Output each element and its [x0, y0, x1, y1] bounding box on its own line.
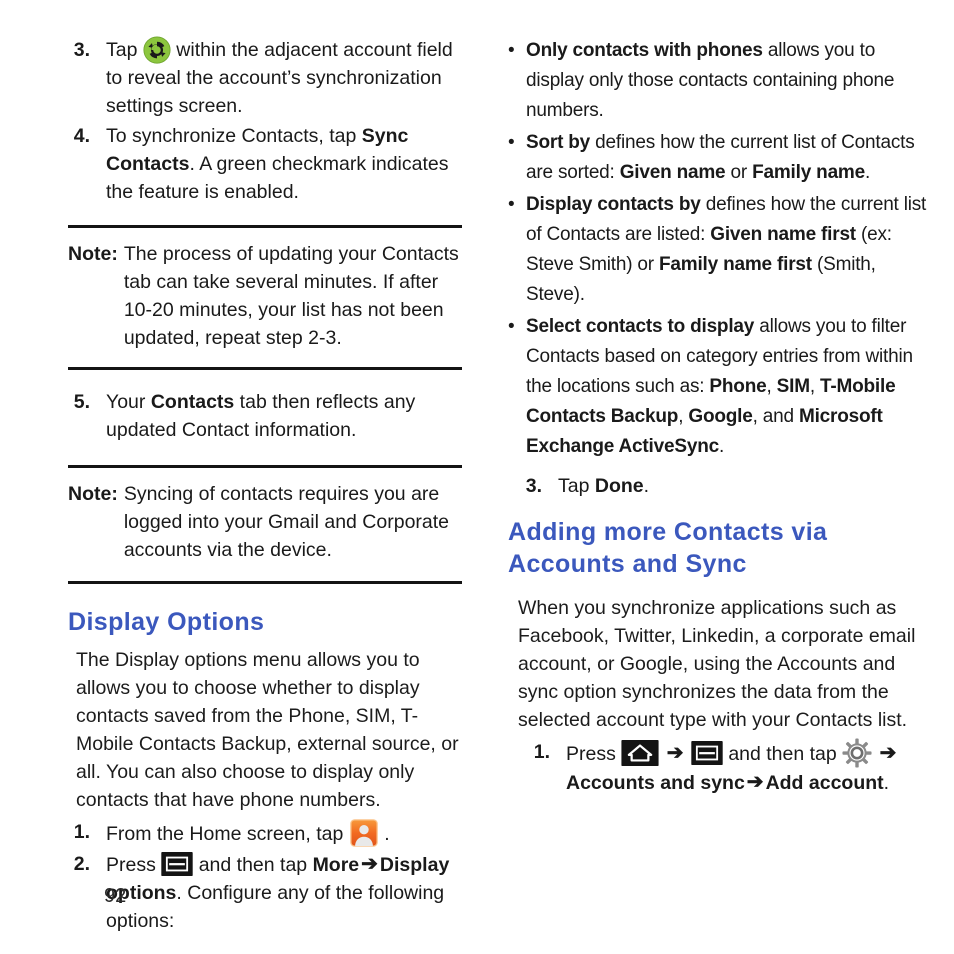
- step-text-lead: From the Home screen, tap: [106, 823, 344, 845]
- add-account-label: Add account: [765, 772, 884, 794]
- page-title-adding-more-contacts: Adding more Contacts via Accounts and Sy…: [508, 516, 930, 580]
- arrow-icon: ➔: [361, 853, 378, 875]
- arrow-icon: ➔: [879, 742, 897, 764]
- accounts-sync-intro: When you synchronize applications such a…: [518, 597, 916, 731]
- bullet-text: Select contacts to display allows you to…: [526, 312, 930, 462]
- step-text-rest: .: [384, 823, 390, 845]
- menu-icon: [691, 741, 723, 765]
- step-text: Tap Done.: [558, 472, 930, 500]
- family-name-label: Family name: [752, 162, 865, 183]
- bullet-term: Display contacts by: [526, 194, 701, 215]
- step-text: Your Contacts tab then reflects any upda…: [106, 388, 462, 444]
- more-label: More: [312, 854, 360, 876]
- step-text: To synchronize Contacts, tap Sync Contac…: [106, 122, 462, 206]
- step-3-tap-done: 3. Tap Done.: [520, 472, 930, 500]
- bullet-term: Select contacts to display: [526, 316, 755, 337]
- step-text-mid: and then tap: [728, 743, 837, 765]
- given-name-first-label: Given name first: [710, 224, 856, 245]
- bullet-only-contacts-with-phones: • Only contacts with phones allows you t…: [508, 36, 930, 126]
- menu-icon: [161, 852, 193, 876]
- sync-icon: [143, 36, 171, 64]
- step-text: Press ➔ and then tap ➔ Accounts and sync…: [566, 738, 930, 797]
- gear-icon: [842, 738, 872, 768]
- accounts-and-sync-label: Accounts and sync: [566, 772, 745, 794]
- step-2-menu-more: 2. Press and then tap More ➔ Display optio…: [68, 850, 462, 935]
- bullet-text: Display contacts by defines how the curr…: [526, 190, 930, 310]
- note-block-2: Note: Syncing of contacts requires you a…: [68, 480, 462, 564]
- step-number: 2.: [73, 853, 90, 875]
- step-text: Tap within the adjacent account field to…: [106, 36, 462, 120]
- sep-1: ,: [766, 376, 777, 397]
- arrow-icon: ➔: [746, 771, 764, 793]
- step-number: 3.: [73, 39, 90, 61]
- note-text: The process of updating your Contacts ta…: [123, 243, 459, 349]
- step-number: 3.: [525, 475, 542, 497]
- home-icon: [621, 740, 659, 766]
- bullet-term: Only contacts with phones: [526, 40, 763, 61]
- divider: [68, 367, 462, 370]
- step-4-sync-contacts: 4. To synchronize Contacts, tap Sync Con…: [68, 122, 462, 206]
- step-text-lead: Press: [566, 743, 616, 765]
- step-text-tail: .: [883, 772, 890, 794]
- left-column: 3. Tap within the adjacent account field…: [68, 0, 462, 937]
- family-name-first-label: Family name first: [659, 254, 812, 275]
- sep-5: .: [718, 436, 725, 457]
- heading-line-1: Adding more Contacts via: [508, 518, 828, 546]
- divider: [68, 581, 462, 584]
- note-text: Syncing of contacts requires you are log…: [123, 483, 450, 561]
- bullet-dot-icon: •: [508, 132, 515, 153]
- step-1-home-screen: 1. From the Home screen, tap .: [68, 818, 462, 848]
- contacts-icon: [349, 818, 379, 848]
- arrow-icon: ➔: [666, 742, 684, 764]
- display-options-intro: The Display options menu allows you to a…: [76, 649, 459, 811]
- heading-line-2: Accounts and Sync: [508, 550, 747, 578]
- step-text-rest: and then tap: [198, 854, 313, 876]
- note-label: Note:: [68, 483, 118, 505]
- done-label: Done: [594, 475, 644, 497]
- google-label: Google: [688, 406, 753, 427]
- phone-label: Phone: [709, 376, 767, 397]
- manual-page: 3. Tap within the adjacent account field…: [0, 0, 954, 954]
- step-text: From the Home screen, tap .: [106, 818, 462, 848]
- sim-label: SIM: [776, 376, 810, 397]
- divider: [68, 225, 462, 228]
- bullet-text: Sort by defines how the current list of …: [526, 128, 930, 188]
- divider: [68, 465, 462, 468]
- bullet-text: Only contacts with phones allows you to …: [526, 36, 930, 126]
- step-number: 5.: [73, 391, 90, 413]
- step-5-contacts-tab: 5. Your Contacts tab then reflects any u…: [68, 388, 462, 444]
- bullet-sort-by: • Sort by defines how the current list o…: [508, 128, 930, 188]
- step-text-rest: .: [643, 475, 650, 497]
- step-3-sync: 3. Tap within the adjacent account field…: [68, 36, 462, 120]
- note-block-1: Note: The process of updating your Conta…: [68, 240, 462, 352]
- step-text-lead: To synchronize Contacts, tap: [106, 125, 362, 147]
- bullet-dot-icon: •: [508, 194, 515, 215]
- bullet-select-contacts-to-display: • Select contacts to display allows you …: [508, 312, 930, 462]
- sep-4: , and: [752, 406, 799, 427]
- bullet-dot-icon: •: [508, 316, 515, 337]
- step-text-lead: Your: [106, 391, 151, 413]
- bullet-desc-3: .: [865, 162, 871, 183]
- bullet-desc-2: or: [725, 162, 753, 183]
- right-column: • Only contacts with phones allows you t…: [508, 0, 930, 799]
- given-name-label: Given name: [619, 162, 726, 183]
- bullet-dot-icon: •: [508, 40, 515, 61]
- step-text: Press and then tap More ➔ Display options.…: [106, 850, 462, 935]
- sep-3: ,: [678, 406, 689, 427]
- step-number: 1.: [533, 741, 550, 763]
- step-text-lead: Tap: [106, 39, 138, 61]
- note-label: Note:: [68, 243, 118, 265]
- bullet-display-contacts-by: • Display contacts by defines how the cu…: [508, 190, 930, 310]
- step-text-lead: Tap: [558, 475, 595, 497]
- page-number: 92: [104, 885, 127, 907]
- step-1-press-home-menu: 1. Press ➔ and then tap ➔ Accounts and s…: [528, 738, 930, 797]
- step-text-lead: Press: [106, 854, 156, 876]
- bullet-term: Sort by: [526, 132, 591, 153]
- step-number: 1.: [73, 821, 90, 843]
- page-title-display-options: Display Options: [68, 608, 265, 636]
- sep-2: ,: [809, 376, 820, 397]
- contacts-label: Contacts: [150, 391, 235, 413]
- step-number: 4.: [73, 125, 90, 147]
